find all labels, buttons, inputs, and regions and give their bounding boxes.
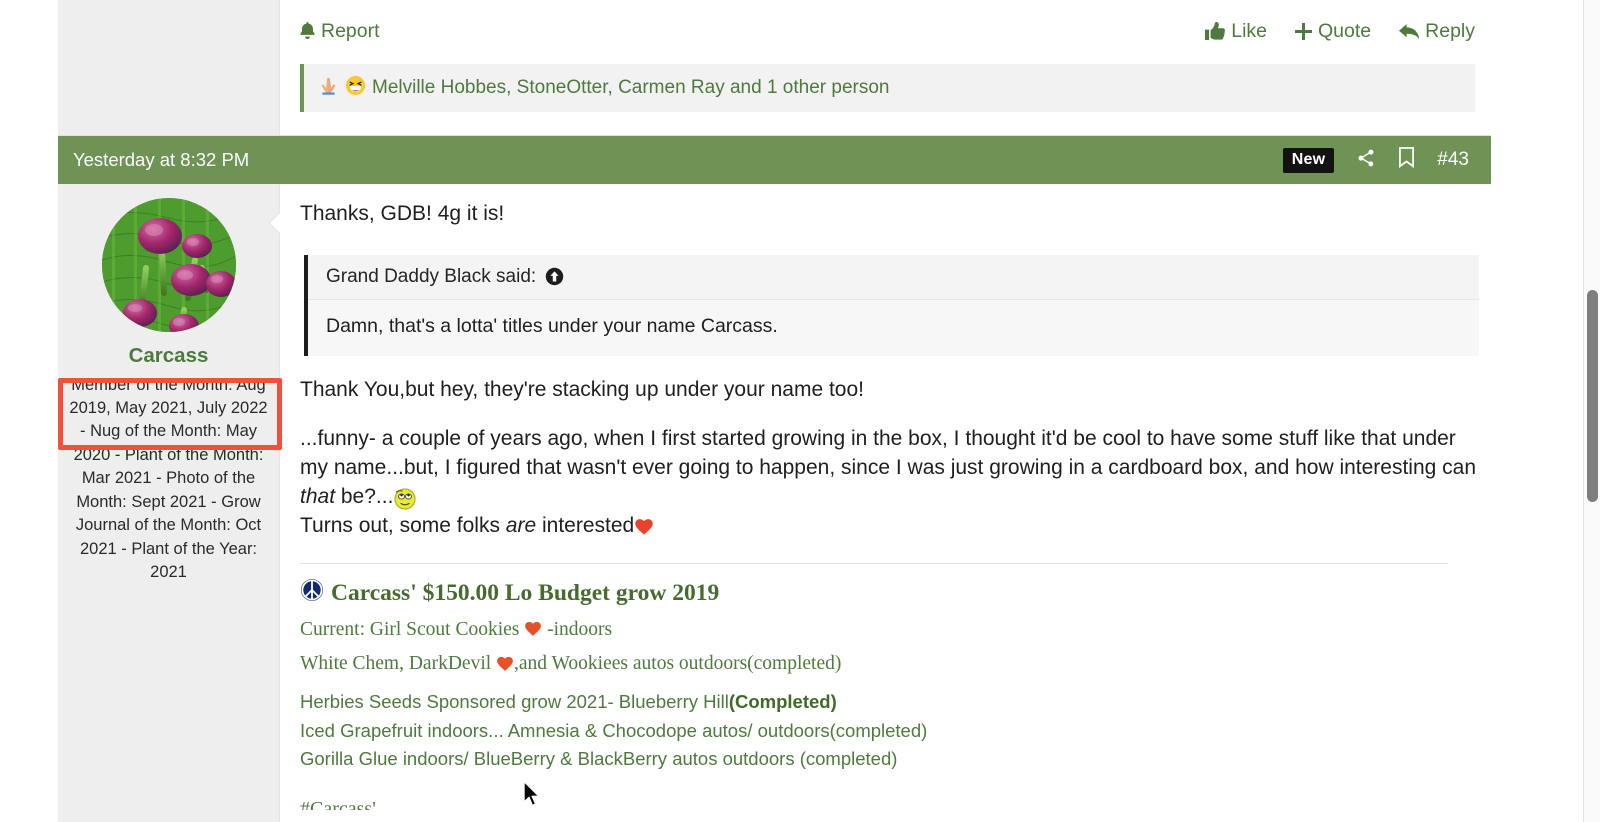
bookmark-icon[interactable] xyxy=(1398,147,1415,173)
signature-current-part-2: -indoors xyxy=(542,618,613,640)
like-button[interactable]: Like xyxy=(1205,20,1267,43)
like-label: Like xyxy=(1231,19,1268,42)
quote-author-label: Grand Daddy Black said: xyxy=(326,265,537,287)
signature-title-text: Carcass' $150.00 Lo Budget grow 2019 xyxy=(331,579,720,606)
speech-arrow-icon xyxy=(270,212,281,234)
post-header-right: New #43 xyxy=(1282,136,1469,184)
post-reply-line: Thank You,but hey, they're stacking up u… xyxy=(300,378,864,402)
post-author-sidebar: Carcass Member of the Month: Aug 2019, M… xyxy=(58,184,280,822)
forum-content-column: Report Like Quote Reply Melville Hobbes,… xyxy=(58,0,1501,822)
reply-arrow-icon xyxy=(1399,23,1420,40)
bell-icon xyxy=(300,22,315,40)
post-message-content: Thanks, GDB! 4g it is! Grand Daddy Black… xyxy=(270,184,1501,822)
signature-white-part-2: ,and Wookiees autos outdoors(completed) xyxy=(514,652,842,674)
post-closing-part-2: interested xyxy=(536,514,635,538)
post-action-row: Report Like Quote Reply xyxy=(300,0,1475,62)
signature-line-cut-off[interactable]: #Carcass' xyxy=(300,798,1448,810)
quote-button[interactable]: Quote xyxy=(1295,20,1371,43)
paragraph-italic-word: that xyxy=(300,485,336,509)
signature-line-iced[interactable]: Iced Grapefruit indoors... Amnesia & Cho… xyxy=(300,719,1448,743)
signature-block: Carcass' $150.00 Lo Budget grow 2019 Cur… xyxy=(300,563,1448,810)
post-opening-line: Thanks, GDB! 4g it is! xyxy=(300,202,505,225)
avatar[interactable] xyxy=(101,198,236,332)
paragraph-part-2: be?... xyxy=(335,485,394,509)
signature-line-current[interactable]: Current: Girl Scout Cookies -indoors xyxy=(300,617,1448,642)
page-root: Report Like Quote Reply Melville Hobbes,… xyxy=(0,0,1600,822)
orange-heart-emoji xyxy=(496,655,514,675)
quote-attribution: Grand Daddy Black said: xyxy=(308,254,1479,300)
rofl-emoji xyxy=(345,75,366,100)
reactions-bar: Melville Hobbes, StoneOtter, Carmen Ray … xyxy=(300,64,1475,112)
author-username[interactable]: Carcass xyxy=(64,344,273,368)
signature-white-part-1: White Chem, DarkDevil xyxy=(300,652,497,674)
rolling-eyes-smiley-emoji xyxy=(393,486,417,510)
post-number[interactable]: #43 xyxy=(1437,149,1469,171)
reply-label: Reply xyxy=(1425,19,1475,42)
signature-line-white-chem[interactable]: White Chem, DarkDevil ,and Wookiees auto… xyxy=(300,651,1448,676)
previous-post-main: Report Like Quote Reply Melville Hobbes,… xyxy=(280,0,1497,135)
signature-herbies-completed: (Completed) xyxy=(728,691,837,713)
signature-title-link[interactable]: Carcass' $150.00 Lo Budget grow 2019 xyxy=(300,578,1448,608)
reaction-names[interactable]: Melville Hobbes, StoneOtter, Carmen Ray … xyxy=(372,77,890,99)
red-heart-emoji xyxy=(634,516,654,537)
reply-button[interactable]: Reply xyxy=(1399,20,1475,43)
new-badge: New xyxy=(1282,147,1335,173)
folded-hands-emoji xyxy=(318,75,339,100)
page-scrollbar-track[interactable] xyxy=(1583,0,1600,822)
quote-text: Damn, that's a lotta' titles under your … xyxy=(326,314,778,337)
thumbs-up-icon xyxy=(1205,22,1226,40)
author-user-title: Member of the Month: Aug 2019, May 2021,… xyxy=(69,375,268,581)
orange-heart-emoji xyxy=(524,620,542,640)
jump-to-post-icon[interactable] xyxy=(545,267,564,286)
post-body: Carcass Member of the Month: Aug 2019, M… xyxy=(58,184,1501,822)
previous-post-footer: Report Like Quote Reply Melville Hobbes,… xyxy=(58,0,1491,136)
peace-sign-icon xyxy=(300,578,324,608)
post-actions-right: Like Quote Reply xyxy=(1205,0,1475,62)
report-button[interactable]: Report xyxy=(300,20,380,43)
signature-herbies-text: Herbies Seeds Sponsored grow 2021- Blueb… xyxy=(300,691,729,713)
post-main-paragraph: ...funny- a couple of years ago, when I … xyxy=(300,425,1479,541)
post-closing-italic: are xyxy=(505,514,537,538)
post-closing-part-1: Turns out, some folks xyxy=(300,514,506,538)
signature-line-gorilla[interactable]: Gorilla Glue indoors/ BlueBerry & BlackB… xyxy=(300,747,1448,771)
share-icon[interactable] xyxy=(1356,148,1376,173)
quote-label: Quote xyxy=(1318,19,1372,42)
post-timestamp[interactable]: Yesterday at 8:32 PM xyxy=(73,149,249,171)
report-label: Report xyxy=(321,19,380,42)
page-scrollbar-thumb[interactable] xyxy=(1587,290,1598,502)
plus-icon xyxy=(1295,22,1313,40)
signature-current-part-1: Current: Girl Scout Cookies xyxy=(300,618,525,640)
post-header-bar: Yesterday at 8:32 PM New #43 xyxy=(58,136,1491,184)
paragraph-part-1: ...funny- a couple of years ago, when I … xyxy=(300,427,1477,480)
quote-block: Grand Daddy Black said: Damn, that's a l… xyxy=(304,254,1479,357)
signature-line-herbies[interactable]: Herbies Seeds Sponsored grow 2021- Blueb… xyxy=(300,690,1448,714)
trichome-avatar-image xyxy=(101,198,236,332)
previous-post-sidebar xyxy=(58,0,280,135)
